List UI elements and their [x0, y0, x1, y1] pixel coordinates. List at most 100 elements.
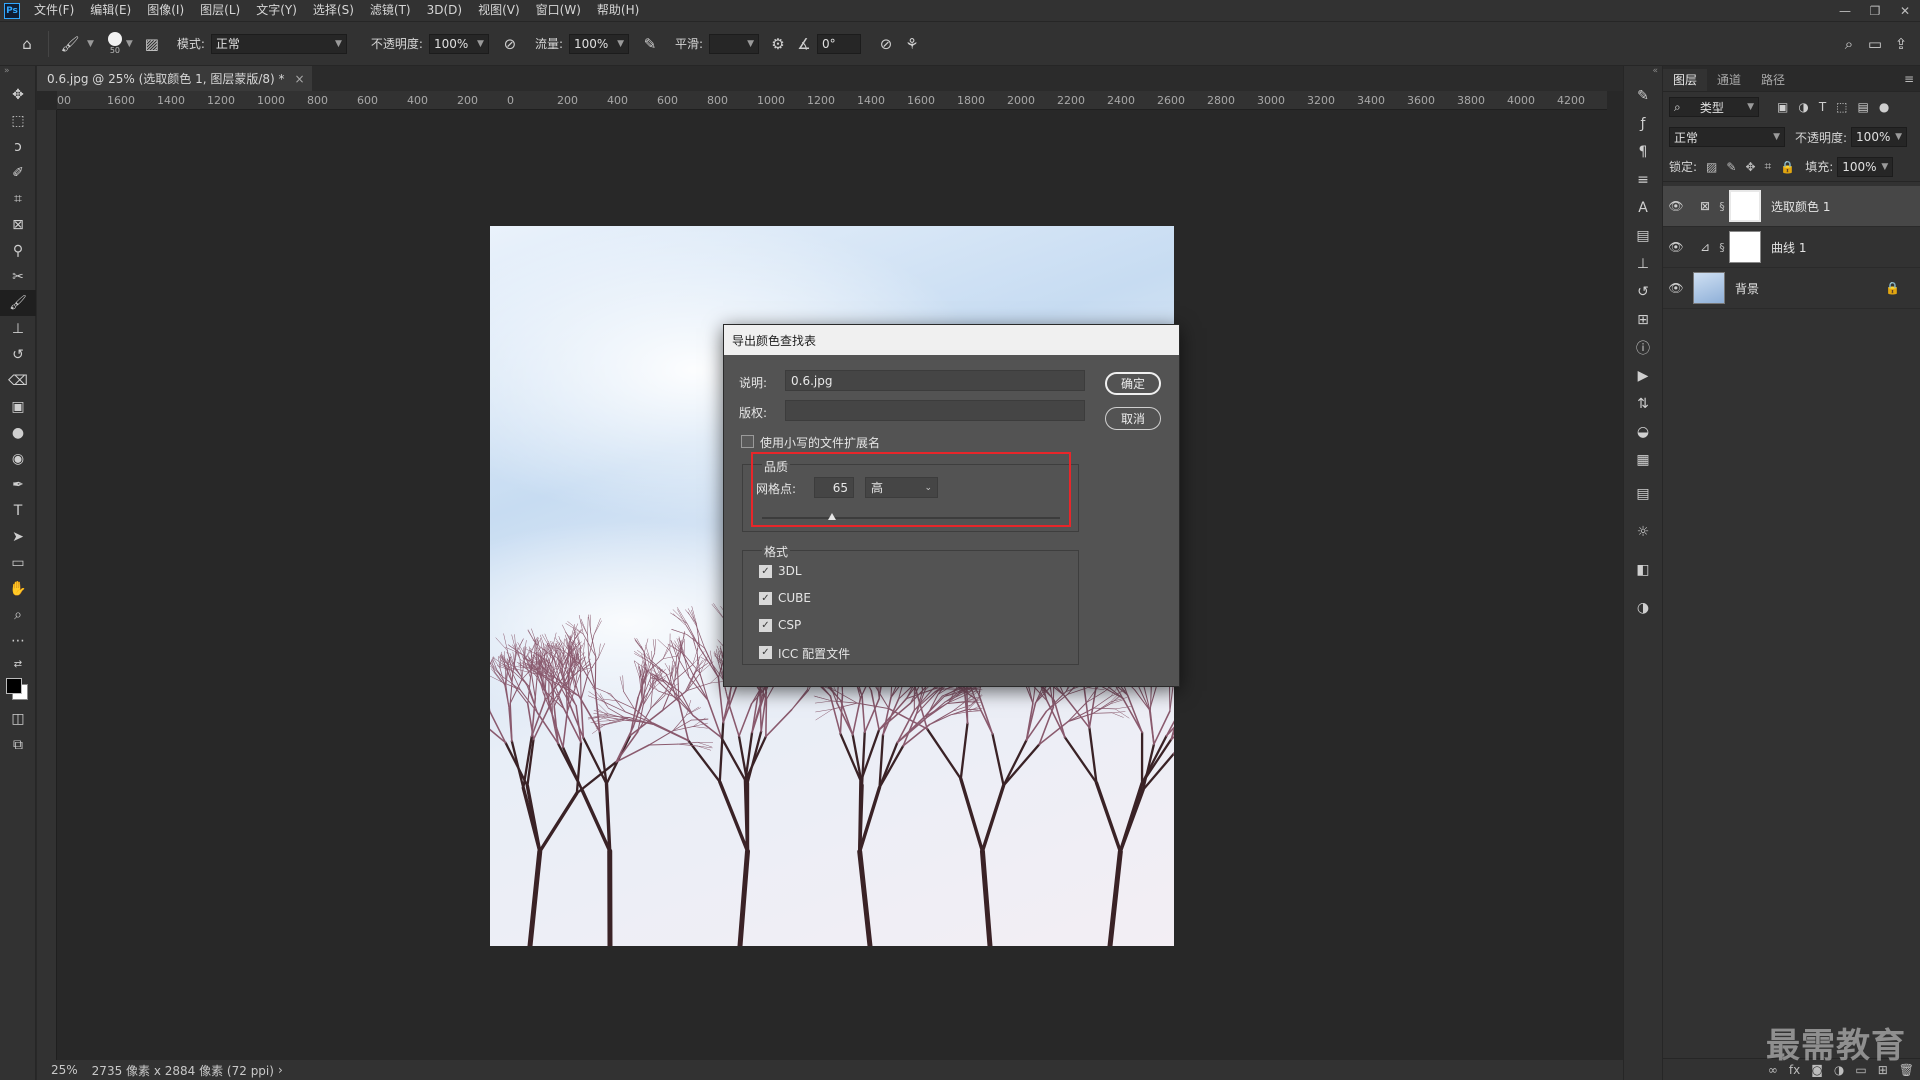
quick-mask-icon[interactable]: ◫: [0, 706, 36, 732]
menu-image[interactable]: 图像(I): [139, 0, 192, 21]
dodge-tool-icon[interactable]: ◉: [0, 446, 36, 472]
character-panel-icon[interactable]: A: [1624, 194, 1662, 222]
marquee-tool-icon[interactable]: ⬚: [0, 108, 36, 134]
document-tab[interactable]: 0.6.jpg @ 25% (选取颜色 1, 图层蒙版/8) * ×: [37, 66, 312, 91]
cancel-button[interactable]: 取消: [1105, 407, 1161, 430]
blend-mode-select[interactable]: 正常 ▼: [1669, 127, 1785, 147]
navigator-panel-icon[interactable]: ⊞: [1624, 306, 1662, 334]
smart-object-filter-icon[interactable]: ▤: [1858, 100, 1869, 114]
layer-row-background[interactable]: 👁 背景 🔒: [1663, 268, 1920, 309]
brush-settings-icon[interactable]: ▨: [139, 31, 165, 57]
minimize-button[interactable]: —: [1830, 0, 1860, 21]
link-chain-icon[interactable]: §: [1715, 241, 1729, 254]
menu-filter[interactable]: 滤镜(T): [362, 0, 419, 21]
description-input[interactable]: 0.6.jpg: [785, 370, 1085, 391]
flow-input[interactable]: 100% ▼: [568, 33, 629, 54]
pen-tool-icon[interactable]: ✒: [0, 472, 36, 498]
type-tool-icon[interactable]: T: [0, 498, 36, 524]
menu-window[interactable]: 窗口(W): [528, 0, 589, 21]
format-cube-checkbox[interactable]: ✓: [759, 592, 772, 605]
chevron-down-icon[interactable]: ▼: [87, 39, 94, 49]
layer-comps-icon[interactable]: ⇅: [1624, 390, 1662, 418]
brush-settings-panel-icon[interactable]: ✎: [1624, 82, 1662, 110]
menu-edit[interactable]: 编辑(E): [82, 0, 139, 21]
color-panel-icon[interactable]: ◑: [1624, 594, 1662, 622]
close-window-button[interactable]: ✕: [1890, 0, 1920, 21]
libraries-panel-icon[interactable]: ▤: [1624, 222, 1662, 250]
zoom-level[interactable]: 25%: [37, 1063, 92, 1077]
lowercase-extension-checkbox[interactable]: [741, 435, 754, 448]
history-panel-icon[interactable]: ↺: [1624, 278, 1662, 306]
layer-mask-thumbnail[interactable]: [1729, 231, 1761, 263]
3d-panel-icon[interactable]: ◒: [1624, 418, 1662, 446]
lock-image-icon[interactable]: ✎: [1726, 160, 1736, 174]
panel-menu-icon[interactable]: ≡: [1904, 72, 1914, 86]
tab-layers[interactable]: 图层: [1663, 69, 1708, 91]
paragraph-panel-icon[interactable]: ¶: [1624, 138, 1662, 166]
chevron-down-icon[interactable]: ▼: [126, 39, 133, 49]
status-menu-arrow-icon[interactable]: ›: [278, 1063, 283, 1077]
filter-toggle-icon[interactable]: ●: [1879, 100, 1889, 114]
rectangle-tool-icon[interactable]: ▭: [0, 550, 36, 576]
visibility-eye-icon[interactable]: 👁: [1663, 240, 1689, 254]
more-tools-icon[interactable]: ⋯: [0, 628, 36, 654]
collapse-icon[interactable]: »: [0, 66, 35, 82]
info-icon[interactable]: ⓘ: [1624, 334, 1662, 362]
restore-button[interactable]: ❐: [1860, 0, 1890, 21]
visibility-eye-icon[interactable]: 👁: [1663, 199, 1689, 213]
crop-tool-icon[interactable]: ⌗: [0, 186, 36, 212]
actions-play-icon[interactable]: ▶: [1624, 362, 1662, 390]
gear-icon[interactable]: ⚙: [765, 31, 791, 57]
lock-artboard-icon[interactable]: ⌗: [1765, 159, 1772, 174]
lock-transparent-icon[interactable]: ▨: [1706, 160, 1717, 174]
brush-preset-picker[interactable]: 50: [107, 32, 122, 55]
gradient-tool-icon[interactable]: ▣: [0, 394, 36, 420]
lasso-tool-icon[interactable]: ↄ: [0, 134, 36, 160]
format-csp-checkbox[interactable]: ✓: [759, 619, 772, 632]
tab-paths[interactable]: 路径: [1751, 69, 1795, 91]
hand-tool-icon[interactable]: ✋: [0, 576, 36, 602]
menu-layer[interactable]: 图层(L): [192, 0, 248, 21]
format-icc-checkbox[interactable]: ✓: [759, 646, 772, 659]
mode-select[interactable]: 正常 ▼: [210, 33, 347, 54]
type-filter-icon[interactable]: T: [1819, 100, 1826, 114]
layer-opacity-input[interactable]: 100% ▼: [1851, 127, 1908, 147]
layer-mask-thumbnail[interactable]: [1729, 190, 1761, 222]
pressure-size-icon[interactable]: ⊘: [873, 31, 899, 57]
symmetry-icon[interactable]: ⚘: [899, 31, 925, 57]
table-panel-icon[interactable]: ▦: [1624, 446, 1662, 474]
menu-file[interactable]: 文件(F): [26, 0, 82, 21]
quick-select-tool-icon[interactable]: ✐: [0, 160, 36, 186]
ok-button[interactable]: 确定: [1105, 372, 1161, 395]
opacity-input[interactable]: 100% ▼: [428, 33, 489, 54]
menu-view[interactable]: 视图(V): [470, 0, 528, 21]
color-swatches[interactable]: [0, 674, 36, 706]
blur-tool-icon[interactable]: ●: [0, 420, 36, 446]
frame-tool-icon[interactable]: ⊠: [0, 212, 36, 238]
workspace-icon[interactable]: ▭: [1862, 31, 1888, 57]
menu-type[interactable]: 文字(Y): [248, 0, 305, 21]
channels-panel-icon[interactable]: ◧: [1624, 556, 1662, 584]
menu-select[interactable]: 选择(S): [305, 0, 362, 21]
layer-filter-select[interactable]: ⌕ 类型 ▼: [1669, 97, 1759, 117]
pixel-filter-icon[interactable]: ▣: [1777, 100, 1788, 114]
link-chain-icon[interactable]: §: [1715, 200, 1729, 213]
layer-row-selective-color[interactable]: 👁 ⊠ § 选取颜色 1: [1663, 186, 1920, 227]
clone-source-panel-icon[interactable]: ⊥: [1624, 250, 1662, 278]
tab-channels[interactable]: 通道: [1707, 69, 1751, 91]
adjustment-filter-icon[interactable]: ◑: [1798, 100, 1808, 114]
path-select-tool-icon[interactable]: ➤: [0, 524, 36, 550]
pressure-opacity-icon[interactable]: ⊘: [497, 31, 523, 57]
eraser-tool-icon[interactable]: ⌫: [0, 368, 36, 394]
healing-tool-icon[interactable]: ✂: [0, 264, 36, 290]
styles-panel-icon[interactable]: ƒ: [1624, 110, 1662, 138]
swap-colors-icon[interactable]: ⇄: [0, 654, 36, 674]
format-3dl-checkbox[interactable]: ✓: [759, 565, 772, 578]
properties-panel-icon[interactable]: ≡: [1624, 166, 1662, 194]
smoothing-input[interactable]: ▼: [709, 33, 760, 54]
stamp-tool-icon[interactable]: ⊥: [0, 316, 36, 342]
menu-help[interactable]: 帮助(H): [589, 0, 647, 21]
angle-input[interactable]: 0°: [817, 33, 862, 54]
search-icon[interactable]: ⌕: [1836, 31, 1862, 57]
share-icon[interactable]: ⇪: [1888, 31, 1914, 57]
